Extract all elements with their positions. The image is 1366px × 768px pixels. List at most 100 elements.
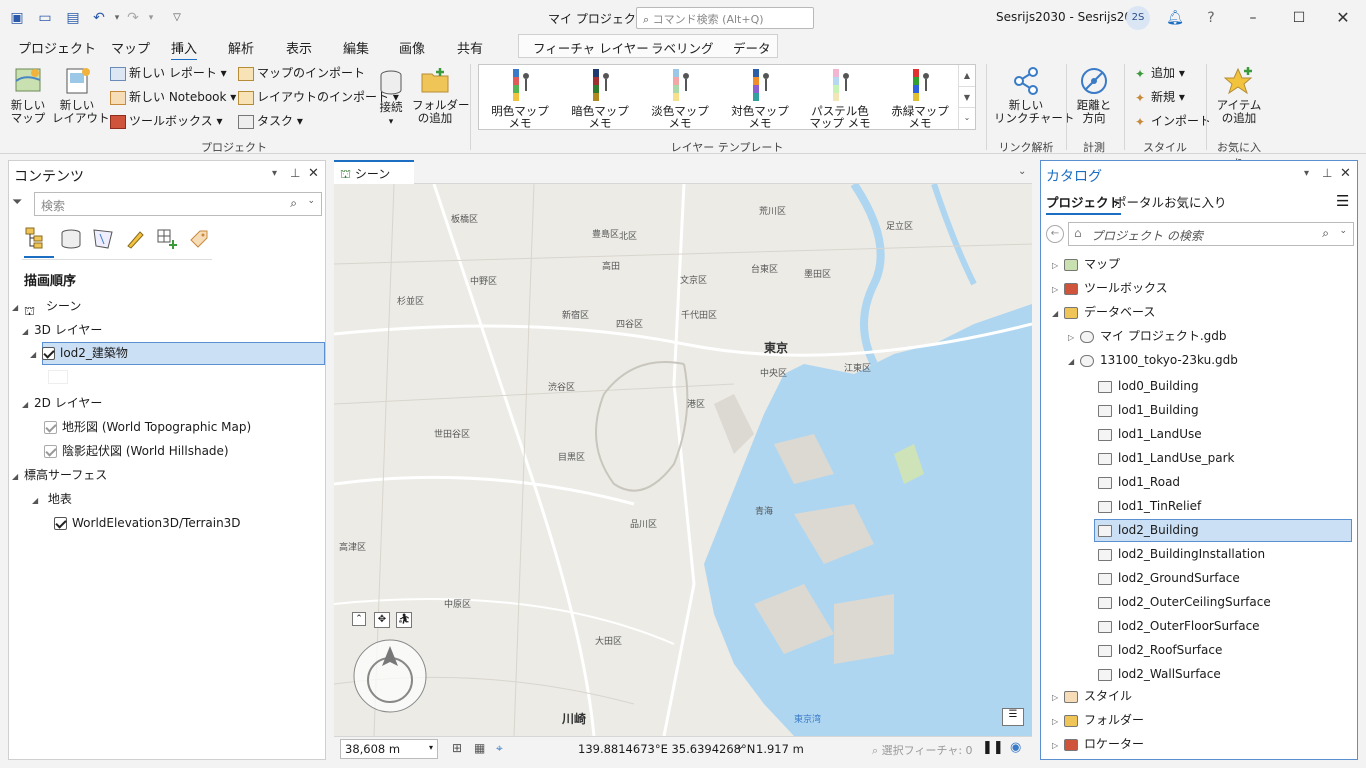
scene-view-tab[interactable]: ⛫ シーン ✕	[334, 160, 414, 197]
style-add-button[interactable]: ✦ 追加 ▾	[1132, 63, 1185, 83]
dataset-item[interactable]: lod2_OuterCeilingSurface	[1098, 592, 1271, 612]
import-map-button[interactable]: マップのインポート	[238, 63, 365, 83]
new-notebook-button[interactable]: 新しい Notebook ▾	[110, 87, 236, 107]
layer-hillshade-checkbox[interactable]	[44, 445, 57, 458]
minimize-button[interactable]: –	[1238, 6, 1268, 30]
map-view[interactable]: 板橋区 北区 荒川区 足立区 豊島区 台東区 墨田区 中野区 文京区 杉並区 新…	[334, 184, 1032, 736]
catalog-databases[interactable]: ◢ データベース	[1052, 302, 1155, 322]
add-folder-button[interactable]: フォルダー の追加	[412, 66, 470, 125]
context-tab-1[interactable]: ラベリング	[651, 38, 714, 57]
labeling-icon[interactable]	[188, 228, 210, 250]
pane-options-icon[interactable]: ▾	[1304, 168, 1309, 179]
command-search-input[interactable]: ⌕ コマンド検索 (Alt+Q)	[636, 7, 814, 29]
pan-mode-icon[interactable]: ✥	[374, 612, 390, 628]
notification-bell-icon[interactable]: 🔔︎	[1160, 6, 1190, 30]
catalog-my-gdb[interactable]: ▷ マイ プロジェクト.gdb	[1068, 326, 1226, 346]
layer-lod2-checkbox[interactable]	[42, 347, 55, 360]
connect-button[interactable]: 接続 ▾	[372, 68, 410, 129]
new-link-chart-button[interactable]: 新しい リンクチャート	[994, 66, 1074, 125]
close-button[interactable]: ✕	[1328, 6, 1358, 30]
maximize-button[interactable]: ☐	[1284, 6, 1314, 30]
list-by-drawing-order-tab[interactable]	[24, 226, 54, 258]
style-new-button[interactable]: ✦ 新規 ▾	[1132, 87, 1185, 107]
tab-5[interactable]: 編集	[343, 38, 369, 57]
scale-selector[interactable]: 38,608 m ▾	[340, 739, 438, 759]
customize-qat-icon[interactable]: ▽	[168, 9, 186, 27]
selection-icon[interactable]	[92, 228, 114, 250]
coordinate-format-chevron-icon[interactable]: ⌄	[736, 741, 744, 752]
layer-topo-checkbox[interactable]	[44, 421, 57, 434]
back-icon[interactable]: ←	[1046, 225, 1064, 243]
close-pane-icon[interactable]: ✕	[1340, 166, 1351, 181]
dataset-item[interactable]: lod2_RoofSurface	[1098, 640, 1222, 660]
refresh-icon[interactable]: ◉	[1010, 740, 1021, 755]
catalog-tokyo-gdb[interactable]: ◢ 13100_tokyo-23ku.gdb	[1068, 350, 1238, 370]
dataset-item[interactable]: lod2_Building	[1098, 520, 1199, 540]
contents-search-input[interactable]: 検索 ⌕ ⌄	[34, 192, 322, 216]
new-map-button[interactable]: 新しい マップ	[6, 66, 50, 125]
tab-0[interactable]: プロジェクト	[18, 38, 96, 57]
walk-mode-icon[interactable]: ⛹︎	[396, 612, 412, 628]
tree-3d-layers[interactable]: ◢ 3D レイヤー	[22, 320, 102, 340]
snapping-toggle-icon[interactable]: ⌖	[496, 741, 503, 756]
chevron-down-icon[interactable]: ⌄	[1339, 226, 1347, 236]
dataset-item[interactable]: lod1_LandUse_park	[1098, 448, 1234, 468]
catalog-menu-icon[interactable]: ☰	[1336, 192, 1349, 210]
gallery-expand-icon[interactable]: ⌄	[959, 107, 975, 127]
close-pane-icon[interactable]: ✕	[308, 166, 319, 181]
tab-4[interactable]: 表示	[286, 38, 312, 57]
tab-7[interactable]: 共有	[457, 38, 483, 57]
gallery-item-1[interactable]: 暗色マップ メモ	[563, 69, 637, 129]
tree-elevation[interactable]: ◢ 標高サーフェス	[12, 465, 107, 485]
avatar[interactable]: 2S	[1126, 6, 1150, 30]
catalog-styles[interactable]: ▷ スタイル	[1052, 686, 1132, 706]
catalog-tab-portal[interactable]: ポータル	[1114, 192, 1164, 211]
dataset-item[interactable]: lod1_LandUse	[1098, 424, 1202, 444]
gallery-up-icon[interactable]: ▲	[959, 65, 975, 86]
distance-direction-button[interactable]: 距離と 方向	[1072, 66, 1116, 125]
catalog-folders[interactable]: ▷ フォルダー	[1052, 710, 1144, 730]
layer-terrain[interactable]: WorldElevation3D/Terrain3D	[54, 513, 241, 533]
tab-6[interactable]: 画像	[399, 38, 425, 57]
tab-list-chevron-icon[interactable]: ⌄	[1018, 166, 1026, 177]
catalog-tab-favorites[interactable]: お気に入り	[1164, 192, 1227, 211]
context-tab-2[interactable]: データ	[733, 38, 771, 57]
layer-hillshade[interactable]: 陰影起伏図 (World Hillshade)	[44, 441, 229, 461]
filter-icon[interactable]: ⏷	[12, 195, 22, 210]
gallery-item-3[interactable]: 対色マップ メモ	[723, 69, 797, 129]
pane-options-icon[interactable]: ▾	[272, 168, 277, 179]
style-import-button[interactable]: ✦ インポート	[1132, 111, 1211, 131]
dataset-item[interactable]: lod1_Building	[1098, 400, 1199, 420]
layer-terrain-checkbox[interactable]	[54, 517, 67, 530]
edit-pencil-icon[interactable]	[124, 228, 146, 250]
dataset-item[interactable]: lod0_Building	[1098, 376, 1199, 396]
task-button[interactable]: タスク ▾	[238, 111, 303, 131]
tab-2[interactable]: 挿入	[171, 38, 198, 61]
tree-2d-layers[interactable]: ◢ 2D レイヤー	[22, 393, 102, 413]
layer-topo[interactable]: 地形図 (World Topographic Map)	[44, 417, 251, 437]
context-tab-0[interactable]: フィーチャ レイヤー	[533, 38, 649, 57]
catalog-search-input[interactable]: ⌂ プロジェクト の検索 ⌕ ⌄	[1068, 222, 1354, 246]
add-item-button[interactable]: アイテム の追加	[1212, 66, 1266, 125]
new-layout-button[interactable]: 新しい レイアウト	[52, 66, 110, 125]
help-icon[interactable]: ?	[1196, 6, 1226, 30]
new-report-button[interactable]: 新しい レポート ▾	[110, 63, 227, 83]
gallery-item-5[interactable]: 赤緑マップ メモ	[883, 69, 957, 129]
dataset-item[interactable]: lod2_WallSurface	[1098, 664, 1221, 684]
open-folder-icon[interactable]: ▭	[36, 9, 54, 27]
gallery-item-2[interactable]: 淡色マップ メモ	[643, 69, 717, 129]
tab-3[interactable]: 解析	[228, 38, 254, 57]
pin-icon[interactable]: ⊥	[1322, 166, 1332, 180]
snapping-icon[interactable]	[156, 228, 178, 250]
tree-scene[interactable]: ◢ ⛫ シーン	[12, 296, 81, 318]
pin-icon[interactable]: ⊥	[290, 166, 300, 180]
grid-icon[interactable]: ▦	[474, 741, 485, 755]
gallery-down-icon[interactable]: ▼	[959, 86, 975, 107]
catalog-locators[interactable]: ▷ ロケーター	[1052, 734, 1144, 754]
dataset-item[interactable]: lod2_OuterFloorSurface	[1098, 616, 1260, 636]
catalog-tab-project[interactable]: プロジェクト	[1046, 192, 1122, 215]
catalog-maps[interactable]: ▷ マップ	[1052, 254, 1120, 274]
redo-dropdown-icon[interactable]: ▾	[142, 9, 160, 27]
tree-ground[interactable]: ◢ 地表	[32, 489, 72, 509]
dataset-item[interactable]: lod1_Road	[1098, 472, 1180, 492]
